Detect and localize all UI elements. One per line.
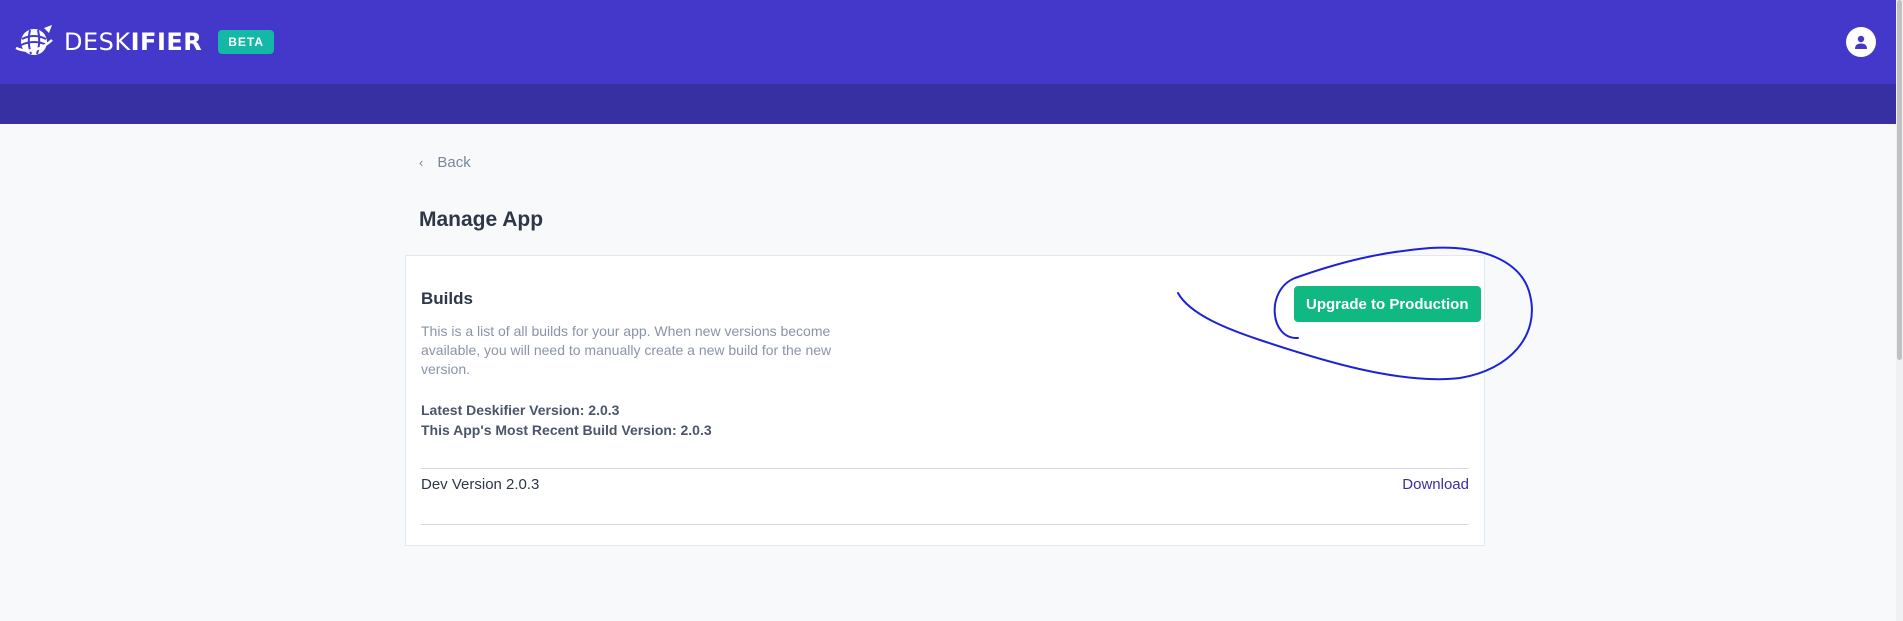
recent-build-version: This App's Most Recent Build Version: 2.… xyxy=(421,422,712,438)
page: DESKIFIER BETA ‹ Back Manage App Builds … xyxy=(0,0,1903,621)
top-navbar: DESKIFIER BETA xyxy=(0,0,1896,84)
build-row: Dev Version 2.0.3 Download xyxy=(421,469,1469,499)
builds-title: Builds xyxy=(421,289,473,308)
version-info: Latest Deskifier Version: 2.0.3 This App… xyxy=(421,400,712,440)
user-icon xyxy=(1855,35,1867,49)
builds-description: This is a list of all builds for your ap… xyxy=(421,323,832,377)
chevron-left-icon: ‹ xyxy=(419,155,424,170)
upgrade-to-production-button[interactable]: Upgrade to Production xyxy=(1294,286,1481,322)
globe-plane-icon xyxy=(15,25,53,55)
page-scrollbar[interactable] xyxy=(1896,0,1903,621)
latest-version: Latest Deskifier Version: 2.0.3 xyxy=(421,402,620,418)
builds-card: Builds This is a list of all builds for … xyxy=(405,255,1485,546)
scrollbar-thumb[interactable] xyxy=(1897,0,1902,360)
brand-wordmark: DESKIFIER xyxy=(64,28,203,56)
sub-header-bar xyxy=(0,84,1896,124)
user-avatar-button[interactable] xyxy=(1846,27,1876,57)
back-link[interactable]: ‹ Back xyxy=(419,154,471,171)
page-title: Manage App xyxy=(419,208,544,231)
back-label: Back xyxy=(437,154,471,171)
divider xyxy=(421,524,1469,525)
beta-badge: BETA xyxy=(218,30,275,54)
download-link[interactable]: Download xyxy=(1402,476,1469,493)
build-name: Dev Version 2.0.3 xyxy=(421,475,540,493)
brand[interactable]: DESKIFIER xyxy=(14,22,202,62)
